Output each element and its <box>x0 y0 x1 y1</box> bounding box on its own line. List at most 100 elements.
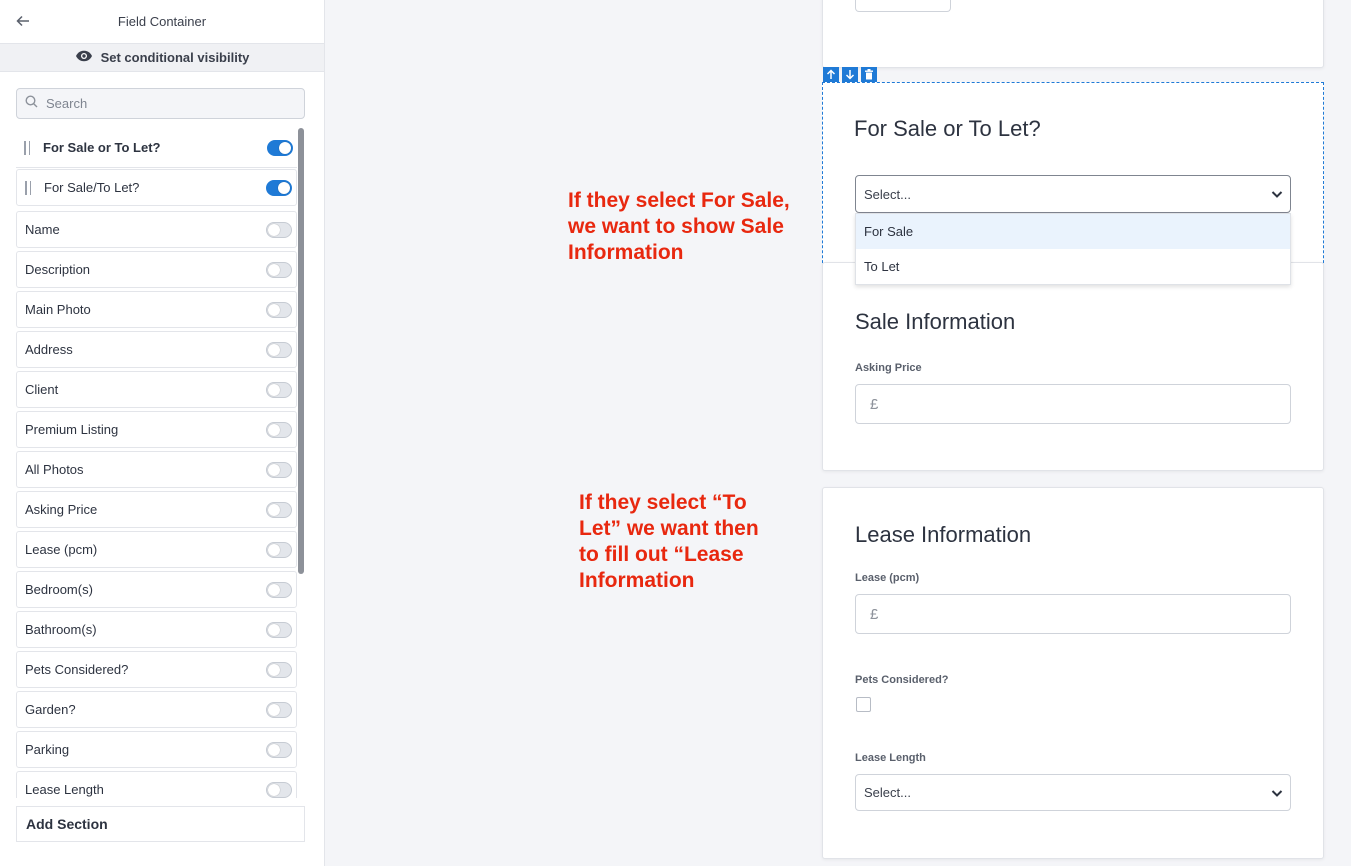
list-item[interactable]: Bathroom(s) <box>16 611 297 648</box>
partial-button[interactable] <box>855 0 951 12</box>
for-sale-to-let-select[interactable]: Select... <box>855 175 1291 213</box>
visibility-toggle[interactable] <box>266 541 292 558</box>
option-for-sale[interactable]: For Sale <box>856 214 1290 249</box>
annotation-line: Information <box>568 241 684 264</box>
visibility-toggle[interactable] <box>266 301 292 318</box>
annotation-line: Information <box>579 569 695 592</box>
list-item-label: Client <box>25 382 59 397</box>
field-list: For Sale or To Let? For Sale/To Let? Nam… <box>16 128 297 798</box>
list-item-label: For Sale/To Let? <box>44 180 140 195</box>
select-dropdown: For Sale To Let <box>855 213 1291 285</box>
asking-price-label: Asking Price <box>855 362 922 374</box>
search-icon <box>25 94 38 113</box>
visibility-toggle[interactable] <box>266 461 292 478</box>
sale-information-card: Sale Information Asking Price £ <box>822 262 1324 471</box>
chevron-down-icon <box>1270 187 1284 204</box>
visibility-toggle[interactable] <box>266 621 292 638</box>
option-to-let[interactable]: To Let <box>856 249 1290 284</box>
list-item[interactable]: Description <box>16 251 297 288</box>
visibility-toggle[interactable] <box>267 139 293 156</box>
list-item[interactable]: Pets Considered? <box>16 651 297 688</box>
visibility-toggle[interactable] <box>266 261 292 278</box>
annotation-line: we want to show Sale <box>568 215 784 238</box>
list-item[interactable]: Name <box>16 211 297 248</box>
section-title: Sale Information <box>855 309 1016 334</box>
list-item[interactable]: Lease Length <box>16 771 297 798</box>
drag-handle-icon[interactable] <box>25 180 39 195</box>
visibility-toggle[interactable] <box>266 179 292 196</box>
section-toolbar <box>823 67 877 82</box>
list-item-label: Garden? <box>25 702 76 717</box>
list-item[interactable]: Premium Listing <box>16 411 297 448</box>
lease-pcm-label: Lease (pcm) <box>855 572 920 584</box>
select-placeholder: Select... <box>864 785 911 800</box>
list-item[interactable]: Lease (pcm) <box>16 531 297 568</box>
list-item-label: Lease Length <box>25 782 104 797</box>
list-item[interactable]: All Photos <box>16 451 297 488</box>
visibility-toggle[interactable] <box>266 341 292 358</box>
lease-length-select[interactable]: Select... <box>855 774 1291 811</box>
lease-information-card: Lease Information Lease (pcm) £ Pets Con… <box>822 487 1324 859</box>
annotation-lease: If they select “To Let” we want then to … <box>579 490 759 594</box>
visibility-toggle[interactable] <box>266 421 292 438</box>
select-placeholder: Select... <box>864 186 911 202</box>
visibility-toggle[interactable] <box>266 661 292 678</box>
list-item[interactable]: Client <box>16 371 297 408</box>
arrow-down-icon[interactable] <box>842 67 858 82</box>
list-item[interactable]: Garden? <box>16 691 297 728</box>
search-input[interactable] <box>46 96 286 111</box>
visibility-toggle[interactable] <box>266 221 292 238</box>
search-box <box>16 88 305 119</box>
trash-icon[interactable] <box>861 67 877 82</box>
sidebar-title: Field Container <box>117 14 207 29</box>
list-item-label: Bathroom(s) <box>25 622 97 637</box>
annotation-line: to fill out “Lease <box>579 543 744 566</box>
visibility-toggle[interactable] <box>266 381 292 398</box>
annotation-line: If they select “To <box>579 491 747 514</box>
list-item[interactable]: Main Photo <box>16 291 297 328</box>
conditional-visibility-button[interactable]: Set conditional visibility <box>0 44 324 72</box>
annotation-line: Let” we want then <box>579 517 759 540</box>
add-section-button[interactable]: Add Section <box>16 806 305 842</box>
list-item-label: Name <box>25 222 60 237</box>
lease-pcm-input[interactable]: £ <box>855 594 1291 634</box>
lease-length-label: Lease Length <box>855 752 926 764</box>
drag-handle-icon[interactable] <box>24 140 38 155</box>
annotation-sale: If they select For Sale, we want to show… <box>568 188 790 266</box>
previous-section-card <box>822 0 1324 68</box>
currency-symbol: £ <box>870 395 879 413</box>
list-item-label: Description <box>25 262 91 277</box>
asking-price-input[interactable]: £ <box>855 384 1291 424</box>
sidebar-header: Field Container <box>0 0 324 44</box>
list-item[interactable]: Asking Price <box>16 491 297 528</box>
arrow-up-icon[interactable] <box>823 67 839 82</box>
list-item[interactable]: Bedroom(s) <box>16 571 297 608</box>
list-item-for-sale-to-let[interactable]: For Sale/To Let? <box>16 169 297 206</box>
list-item-label: Parking <box>25 742 70 757</box>
list-item-label: Main Photo <box>25 302 91 317</box>
pets-considered-label: Pets Considered? <box>855 674 949 686</box>
list-item-for-sale-or-to-let[interactable]: For Sale or To Let? <box>16 128 297 168</box>
conditional-visibility-label: Set conditional visibility <box>100 50 250 65</box>
back-arrow-icon[interactable] <box>12 10 34 32</box>
visibility-toggle[interactable] <box>266 781 292 798</box>
chevron-down-icon <box>1270 786 1284 803</box>
list-item-label: Lease (pcm) <box>25 542 98 557</box>
list-item[interactable]: Address <box>16 331 297 368</box>
visibility-toggle[interactable] <box>266 701 292 718</box>
section-title: For Sale or To Let? <box>854 116 1041 141</box>
visibility-toggle[interactable] <box>266 741 292 758</box>
section-title: Lease Information <box>855 522 1032 547</box>
sidebar-scrollbar[interactable] <box>298 128 304 574</box>
sidebar: Field Container Set conditional visibili… <box>0 0 325 866</box>
list-item-label: Asking Price <box>25 502 98 517</box>
eye-icon <box>75 50 93 65</box>
list-item-label: For Sale or To Let? <box>43 140 161 155</box>
currency-symbol: £ <box>870 605 879 623</box>
visibility-toggle[interactable] <box>266 501 292 518</box>
list-item-label: Address <box>25 342 73 357</box>
pets-considered-checkbox[interactable] <box>856 697 871 712</box>
visibility-toggle[interactable] <box>266 581 292 598</box>
list-item-label: All Photos <box>25 462 84 477</box>
list-item[interactable]: Parking <box>16 731 297 768</box>
